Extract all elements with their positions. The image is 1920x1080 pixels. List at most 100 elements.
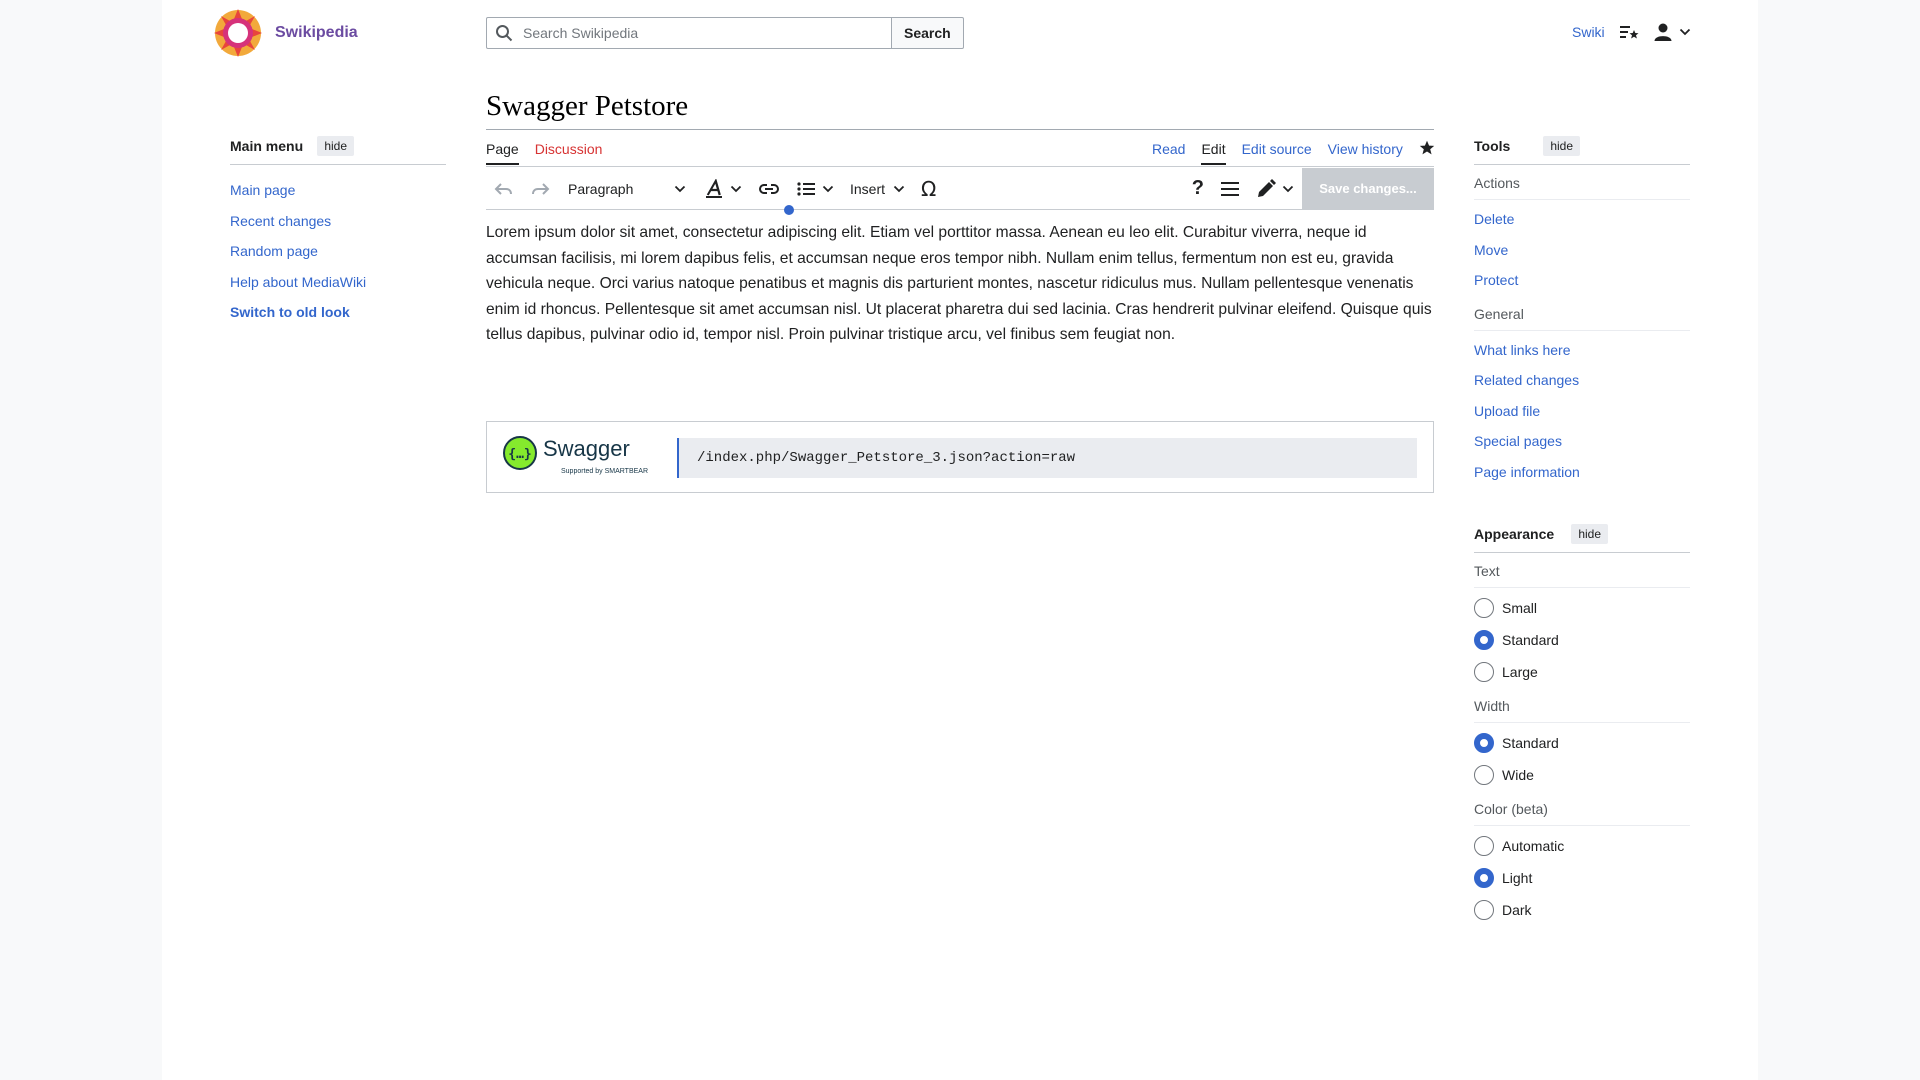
radio-text-large[interactable]: Large — [1474, 656, 1690, 688]
tool-item-protect[interactable]: Protect — [1474, 265, 1690, 296]
swagger-url-field[interactable]: /index.php/Swagger_Petstore_3.json?actio… — [677, 438, 1417, 478]
menu-item-help[interactable]: Help about MediaWiki — [230, 267, 446, 298]
tab-edit-source[interactable]: Edit source — [1242, 141, 1312, 163]
swagger-logo-icon: {…} — [503, 436, 537, 470]
edit-mode-dropdown[interactable] — [1248, 168, 1302, 210]
radio-button[interactable] — [1474, 598, 1494, 618]
tab-read[interactable]: Read — [1152, 141, 1185, 163]
chevron-down-icon — [822, 185, 834, 192]
tool-link-special-pages[interactable]: Special pages — [1474, 433, 1562, 449]
chevron-down-icon — [893, 185, 905, 192]
width-heading: Width — [1474, 688, 1690, 723]
appearance-panel: Appearance hide Text Small Standard Larg… — [1474, 524, 1690, 926]
tool-item-page-information[interactable]: Page information — [1474, 457, 1690, 488]
tools-title: Tools — [1474, 138, 1511, 154]
menu-link-random-page[interactable]: Random page — [230, 243, 318, 259]
insert-dropdown[interactable]: Insert — [842, 168, 913, 210]
appearance-hide-button[interactable]: hide — [1571, 524, 1608, 544]
tool-link-delete[interactable]: Delete — [1474, 211, 1514, 227]
radio-button[interactable] — [1474, 662, 1494, 682]
tools-panel: Tools hide Actions Delete Move Protect G… — [1474, 136, 1690, 487]
menu-link-help[interactable]: Help about MediaWiki — [230, 274, 366, 290]
radio-button[interactable] — [1474, 765, 1494, 785]
radio-button-checked[interactable] — [1474, 733, 1494, 753]
tab-page[interactable]: Page — [486, 141, 519, 165]
radio-color-automatic[interactable]: Automatic — [1474, 830, 1690, 862]
radio-text-small[interactable]: Small — [1474, 592, 1690, 624]
watchlist-icon[interactable] — [1619, 22, 1639, 42]
paragraph-format-dropdown[interactable]: Paragraph — [558, 168, 696, 210]
search-button[interactable]: Search — [892, 17, 964, 49]
tab-discussion[interactable]: Discussion — [535, 141, 603, 165]
tab-view-history[interactable]: View history — [1328, 141, 1403, 163]
tool-item-delete[interactable]: Delete — [1474, 204, 1690, 235]
radio-width-wide[interactable]: Wide — [1474, 759, 1690, 791]
appearance-header: Appearance hide — [1474, 524, 1608, 544]
tool-link-related-changes[interactable]: Related changes — [1474, 372, 1579, 388]
site-logo[interactable]: Swikipedia — [213, 8, 358, 58]
namespace-tabs: Page Discussion — [486, 141, 602, 165]
tool-item-related-changes[interactable]: Related changes — [1474, 365, 1690, 396]
menu-link-switch-old-look[interactable]: Switch to old look — [230, 304, 350, 320]
radio-button[interactable] — [1474, 836, 1494, 856]
search-box[interactable] — [486, 17, 892, 49]
radio-width-standard[interactable]: Standard — [1474, 727, 1690, 759]
help-button[interactable]: ? — [1184, 168, 1212, 210]
radio-label: Standard — [1502, 735, 1559, 751]
undo-button[interactable] — [486, 168, 522, 210]
menu-item-random-page[interactable]: Random page — [230, 236, 446, 267]
editor-toolbar: Paragraph Insert Ω ? Save changes... — [486, 167, 1434, 210]
tool-link-upload-file[interactable]: Upload file — [1474, 403, 1540, 419]
main-menu-title: Main menu — [230, 138, 304, 154]
menu-item-main-page[interactable]: Main page — [230, 175, 446, 206]
chevron-down-icon — [1679, 28, 1690, 36]
tool-item-what-links-here[interactable]: What links here — [1474, 335, 1690, 366]
text-style-dropdown[interactable] — [696, 168, 750, 210]
user-menu[interactable] — [1653, 22, 1691, 42]
tool-item-move[interactable]: Move — [1474, 235, 1690, 266]
tool-link-protect[interactable]: Protect — [1474, 272, 1518, 288]
pencil-icon — [1258, 178, 1276, 197]
tool-link-page-information[interactable]: Page information — [1474, 464, 1580, 480]
link-button[interactable] — [750, 168, 788, 210]
radio-button-checked[interactable] — [1474, 868, 1494, 888]
tool-item-special-pages[interactable]: Special pages — [1474, 426, 1690, 457]
radio-text-standard[interactable]: Standard — [1474, 624, 1690, 656]
editor-content[interactable]: Lorem ipsum dolor sit amet, consectetur … — [486, 220, 1434, 348]
search-input[interactable] — [521, 24, 881, 42]
menu-item-switch-old-look[interactable]: Switch to old look — [230, 297, 446, 328]
radio-label: Dark — [1502, 902, 1532, 918]
main-menu-header: Main menu hide — [230, 136, 354, 156]
page-options-button[interactable] — [1212, 168, 1248, 210]
save-changes-button[interactable]: Save changes... — [1302, 167, 1434, 210]
tool-link-move[interactable]: Move — [1474, 242, 1508, 258]
text-style-icon — [706, 178, 722, 198]
site-name[interactable]: Swikipedia — [275, 24, 358, 42]
swiki-link[interactable]: Swiki — [1572, 24, 1605, 40]
redo-button[interactable] — [522, 168, 558, 210]
help-icon: ? — [1191, 177, 1204, 199]
radio-color-dark[interactable]: Dark — [1474, 894, 1690, 926]
radio-color-light[interactable]: Light — [1474, 862, 1690, 894]
radio-button[interactable] — [1474, 900, 1494, 920]
tab-edit[interactable]: Edit — [1201, 141, 1226, 165]
content-paragraph[interactable]: Lorem ipsum dolor sit amet, consectetur … — [486, 224, 1432, 343]
menu-item-recent-changes[interactable]: Recent changes — [230, 206, 446, 237]
menu-link-recent-changes[interactable]: Recent changes — [230, 213, 331, 229]
menu-link-main-page[interactable]: Main page — [230, 182, 295, 198]
tool-link-what-links-here[interactable]: What links here — [1474, 342, 1570, 358]
special-character-button[interactable]: Ω — [913, 168, 944, 210]
search-form: Search — [486, 17, 964, 49]
watch-star-icon[interactable] — [1419, 140, 1435, 156]
bullet-list-icon — [797, 181, 815, 196]
tools-hide-button[interactable]: hide — [1543, 136, 1580, 156]
user-avatar-icon — [1654, 23, 1672, 41]
swagger-embed[interactable]: {…} Swagger Supported by SMARTBEAR /inde… — [486, 421, 1434, 493]
search-icon — [496, 25, 513, 42]
radio-button-checked[interactable] — [1474, 630, 1494, 650]
list-dropdown[interactable] — [788, 168, 842, 210]
radio-label: Standard — [1502, 632, 1559, 648]
main-menu-hide-button[interactable]: hide — [317, 136, 354, 156]
radio-label: Automatic — [1502, 838, 1565, 854]
tool-item-upload-file[interactable]: Upload file — [1474, 396, 1690, 427]
